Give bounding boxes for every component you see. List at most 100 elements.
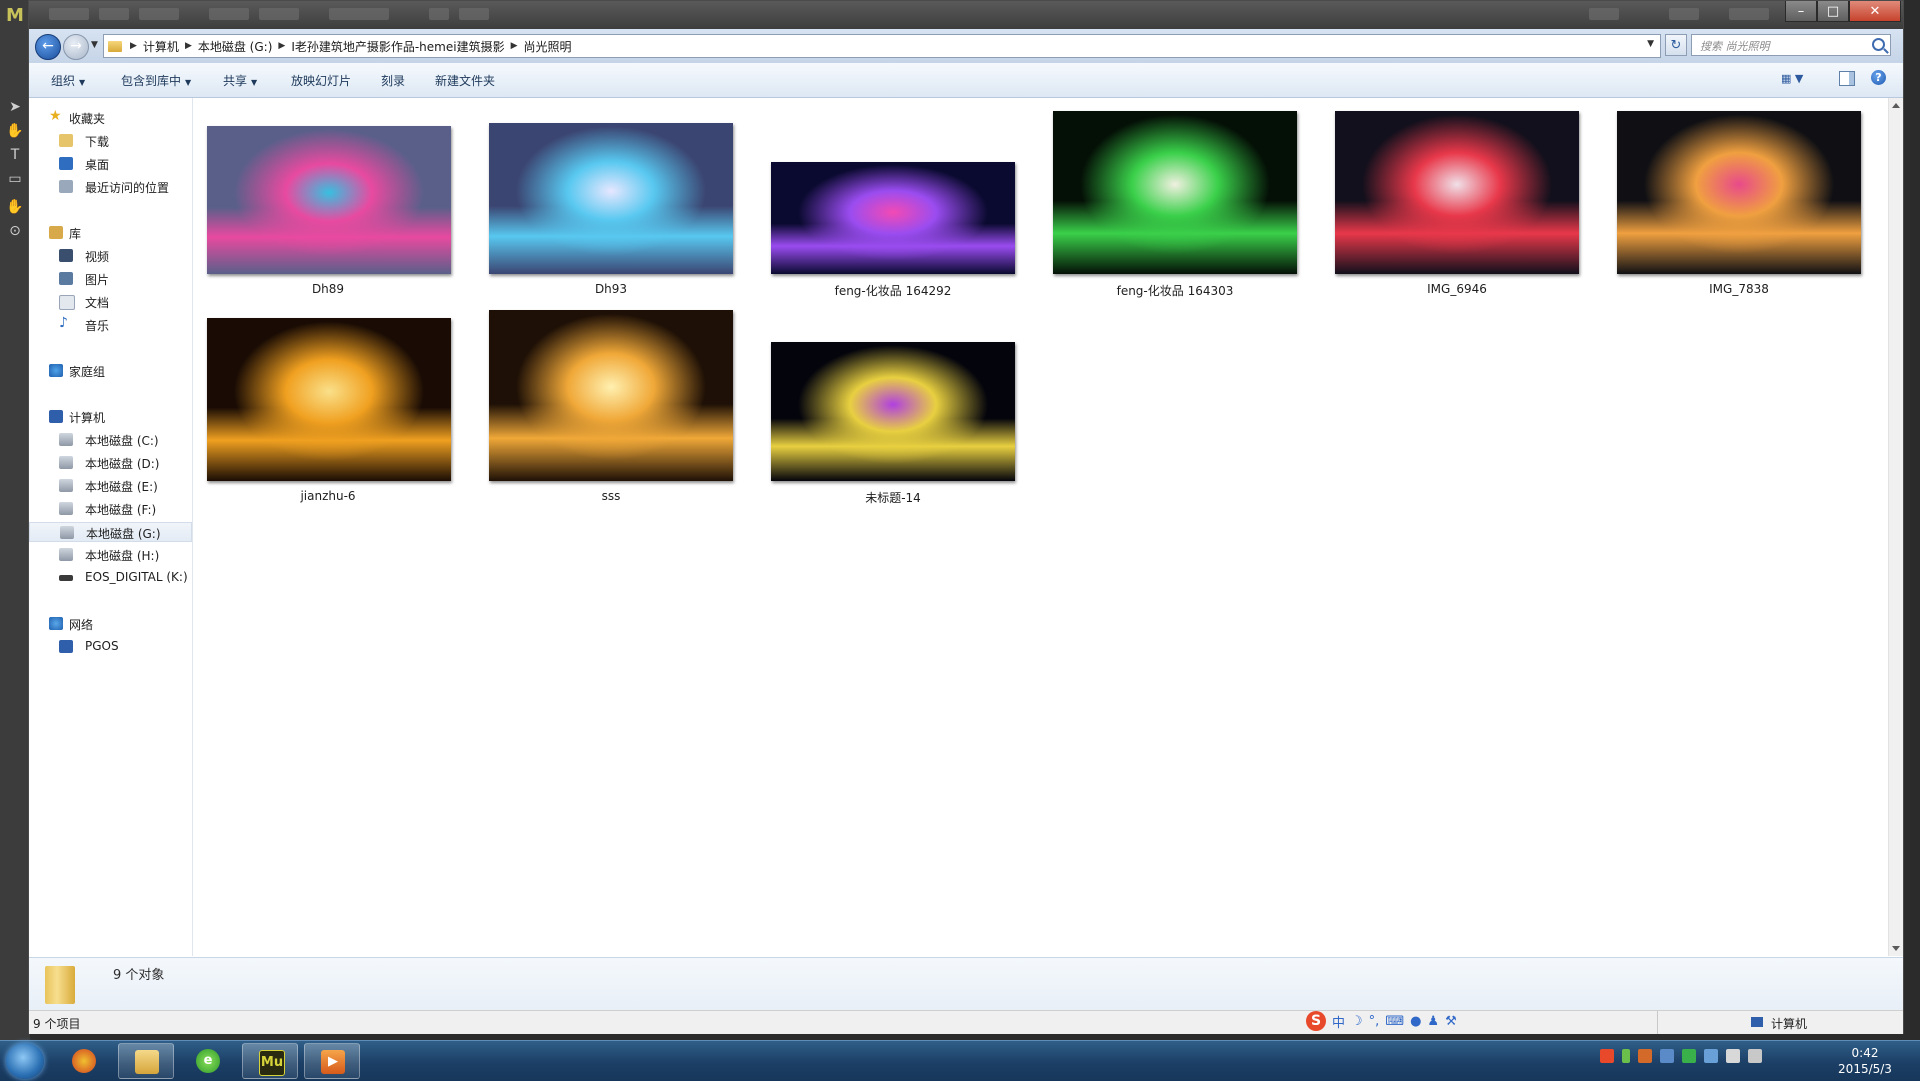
sidebar-item-drive[interactable]: 本地磁盘 (E:)	[29, 476, 192, 496]
breadcrumb-current-folder[interactable]: 尚光照明	[524, 38, 572, 55]
volume-icon[interactable]	[1748, 1049, 1762, 1063]
sidebar-item-downloads[interactable]: 下载	[29, 131, 192, 151]
thumbnail-feng-164292[interactable]	[771, 162, 1015, 274]
thumbnail-sss[interactable]	[489, 310, 733, 481]
forward-arrow-icon[interactable]: →	[63, 34, 89, 60]
sidebar-item-recent-places[interactable]: 最近访问的位置	[29, 177, 192, 197]
search-input[interactable]: 搜索 尚光照明	[1691, 34, 1891, 56]
thumbnail-jianzhu-6[interactable]	[207, 318, 451, 481]
sidebar-item-favorites[interactable]: ★ 收藏夹	[29, 108, 192, 128]
file-label[interactable]: feng-化妆品 164292	[763, 282, 1023, 299]
sidebar-item-drive-selected[interactable]: 本地磁盘 (G:)	[29, 522, 192, 542]
preview-pane-icon[interactable]	[1839, 71, 1855, 86]
recent-pages-dropdown-icon[interactable]: ▼	[91, 40, 98, 50]
file-label[interactable]: sss	[481, 489, 741, 503]
sidebar-item-drive[interactable]: 本地磁盘 (H:)	[29, 545, 192, 565]
thumbnail-dh89[interactable]	[207, 126, 451, 274]
sidebar-item-desktop[interactable]: 桌面	[29, 154, 192, 174]
sidebar-item-drive[interactable]: EOS_DIGITAL (K:)	[29, 568, 192, 588]
thumbnail-feng-164303[interactable]	[1053, 111, 1297, 274]
sidebar-item-videos[interactable]: 视频	[29, 246, 192, 266]
rectangle-tool-icon[interactable]: ▭	[6, 170, 24, 188]
flag-icon[interactable]	[1704, 1049, 1718, 1063]
zoom-tool-icon[interactable]: ⊙	[6, 222, 24, 240]
ime-mode[interactable]: 中	[1332, 1012, 1345, 1031]
qq-icon[interactable]	[1638, 1049, 1652, 1063]
wrench-icon[interactable]: ⚒	[1445, 1014, 1457, 1029]
slideshow-button[interactable]: 放映幻灯片	[291, 72, 351, 89]
sogou-ime-icon[interactable]: S	[1306, 1011, 1326, 1031]
breadcrumb-photo-folder[interactable]: I老孙建筑地产摄影作品-hemei建筑摄影	[291, 38, 504, 55]
new-folder-button[interactable]: 新建文件夹	[435, 72, 495, 89]
maximize-button[interactable]: □	[1817, 1, 1849, 22]
sidebar-item-drive[interactable]: 本地磁盘 (D:)	[29, 453, 192, 473]
pan-tool-icon[interactable]: ✋	[6, 198, 24, 216]
sidebar-item-libraries[interactable]: 库	[29, 223, 192, 243]
file-label[interactable]: feng-化妆品 164303	[1045, 282, 1305, 299]
minimize-button[interactable]: –	[1785, 1, 1817, 22]
battery-icon[interactable]	[1622, 1049, 1630, 1063]
user-icon[interactable]: ●	[1410, 1014, 1421, 1029]
file-label[interactable]: IMG_6946	[1327, 282, 1587, 296]
breadcrumb-separator-icon[interactable]: ▶	[511, 41, 518, 51]
ime-toolbar[interactable]: S 中 ☽ °, ⌨ ● ♟ ⚒	[1306, 1010, 1457, 1032]
thumbnail-dh93[interactable]	[489, 123, 733, 274]
breadcrumb-separator-icon[interactable]: ▶	[130, 41, 137, 51]
select-tool-icon[interactable]: ➤	[6, 98, 24, 116]
thumbnail-img-7838[interactable]	[1617, 111, 1861, 274]
taskbar-app-explorer[interactable]	[118, 1043, 174, 1079]
change-view-icon[interactable]: ▦ ▼	[1781, 72, 1815, 88]
taskbar-app-muse[interactable]: Mu	[242, 1043, 298, 1079]
taskbar-app-photoshop[interactable]	[56, 1043, 112, 1079]
sidebar-item-network[interactable]: 网络	[29, 614, 192, 634]
taskbar-app-media-player[interactable]: ▶	[304, 1043, 360, 1079]
refresh-icon[interactable]: ↻	[1665, 34, 1687, 56]
start-button[interactable]	[6, 1043, 44, 1079]
network-tray-icon[interactable]	[1660, 1049, 1674, 1063]
sogou-tray-icon[interactable]	[1600, 1049, 1614, 1063]
address-bar[interactable]: ▶ 计算机 ▶ 本地磁盘 (G:) ▶ I老孙建筑地产摄影作品-hemei建筑摄…	[103, 34, 1661, 58]
system-clock[interactable]: 0:42 2015/5/3	[1820, 1045, 1910, 1077]
sidebar-item-drive[interactable]: 本地磁盘 (F:)	[29, 499, 192, 519]
hand-tool-icon[interactable]: ✋	[6, 122, 24, 140]
action-center-icon[interactable]	[1726, 1049, 1740, 1063]
punctuation-icon[interactable]: °,	[1369, 1014, 1380, 1029]
chevron-down-icon[interactable]: ▼	[1647, 39, 1654, 49]
burn-button[interactable]: 刻录	[381, 72, 405, 89]
file-label[interactable]: jianzhu-6	[198, 489, 458, 503]
vertical-scrollbar[interactable]	[1888, 98, 1903, 956]
file-label[interactable]: Dh93	[481, 282, 741, 296]
skin-icon[interactable]: ♟	[1427, 1014, 1439, 1029]
breadcrumb-drive-g[interactable]: 本地磁盘 (G:)	[198, 38, 273, 55]
breadcrumb-separator-icon[interactable]: ▶	[278, 41, 285, 51]
share-menu[interactable]: 共享 ▼	[223, 72, 257, 89]
title-bar[interactable]: – □ ✕	[29, 1, 1903, 29]
file-label[interactable]: 未标题-14	[763, 489, 1023, 506]
sidebar-item-pictures[interactable]: 图片	[29, 269, 192, 289]
security-icon[interactable]	[1682, 1049, 1696, 1063]
file-label[interactable]: IMG_7838	[1609, 282, 1869, 296]
sidebar-item-drive[interactable]: 本地磁盘 (C:)	[29, 430, 192, 450]
organize-menu[interactable]: 组织 ▼	[51, 72, 85, 89]
breadcrumb-computer[interactable]: 计算机	[143, 38, 179, 55]
moon-icon[interactable]: ☽	[1351, 1014, 1363, 1029]
thumbnail-img-6946[interactable]	[1335, 111, 1579, 274]
sidebar-item-homegroup[interactable]: 家庭组	[29, 361, 192, 381]
help-icon[interactable]: ?	[1871, 70, 1886, 85]
scroll-down-icon[interactable]	[1892, 946, 1900, 951]
keyboard-icon[interactable]: ⌨	[1385, 1014, 1404, 1029]
breadcrumb-separator-icon[interactable]: ▶	[185, 41, 192, 51]
search-icon[interactable]	[1872, 38, 1885, 51]
scroll-up-icon[interactable]	[1892, 103, 1900, 108]
file-label[interactable]: Dh89	[198, 282, 458, 296]
sidebar-item-network-host[interactable]: PGOS	[29, 637, 192, 657]
thumbnail-untitled-14[interactable]	[771, 342, 1015, 481]
include-in-library-menu[interactable]: 包含到库中 ▼	[121, 72, 191, 89]
back-arrow-icon[interactable]: ←	[35, 34, 61, 60]
close-button[interactable]: ✕	[1849, 1, 1901, 22]
taskbar-app-browser[interactable]: e	[180, 1043, 236, 1079]
text-tool-icon[interactable]: T	[6, 146, 24, 164]
sidebar-item-documents[interactable]: 文档	[29, 292, 192, 312]
sidebar-item-computer[interactable]: 计算机	[29, 407, 192, 427]
sidebar-item-music[interactable]: ♪ 音乐	[29, 315, 192, 335]
